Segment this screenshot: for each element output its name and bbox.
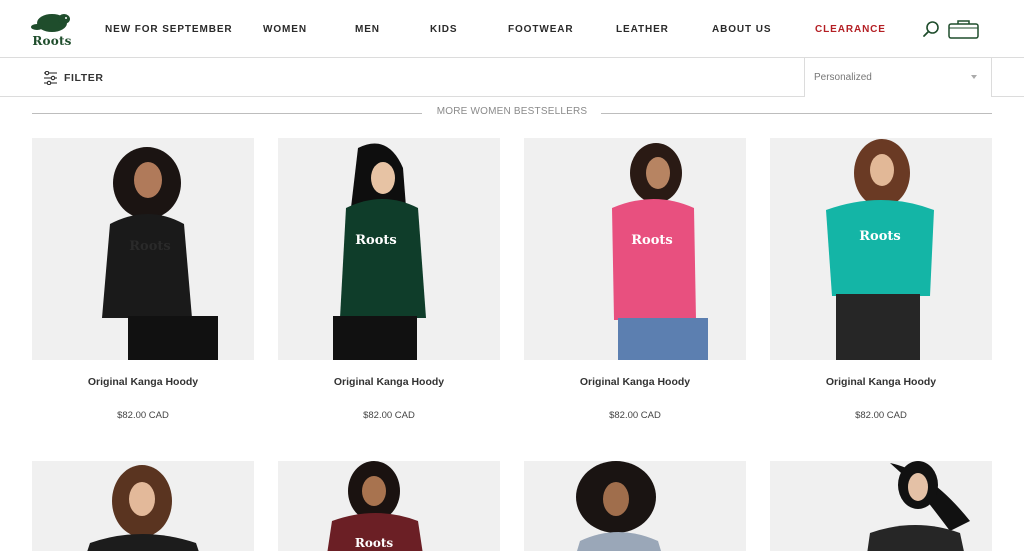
product-photo [524,461,746,551]
nav-women[interactable]: WOMEN [263,24,307,35]
product-image[interactable]: Roots [32,138,254,360]
product-name[interactable]: Original Kanga Hoody [32,376,254,388]
sliders-icon [44,71,57,85]
nav-men[interactable]: MEN [355,24,380,35]
svg-text:Roots: Roots [355,536,394,550]
product-image[interactable] [32,461,254,551]
site-header: Roots NEW FOR SEPTEMBER WOMEN MEN KIDS F… [0,0,1024,58]
product-photo [770,461,992,551]
product-photo: Roots [32,138,254,360]
product-image[interactable]: Roots [770,138,992,360]
nav-footwear[interactable]: FOOTWEAR [508,24,574,35]
filter-bar: FILTER Personalized [0,58,1024,97]
product-image[interactable]: Roots [278,138,500,360]
product-image[interactable]: Roots [278,461,500,551]
svg-text:Roots: Roots [129,239,170,254]
hoody-shape [102,214,192,318]
product-price: $82.00 CAD [855,410,907,421]
product-price: $82.00 CAD [609,410,661,421]
nav-clearance[interactable]: CLEARANCE [815,24,886,35]
product-photo: Roots [524,138,746,360]
product-image[interactable] [770,461,992,551]
main-nav: NEW FOR SEPTEMBER WOMEN MEN KIDS FOOTWEA… [0,0,1024,58]
sort-dropdown[interactable]: Personalized [804,58,992,97]
product-photo: Roots [770,138,992,360]
bag-icon[interactable] [947,18,980,40]
product-name[interactable]: Original Kanga Hoody [770,376,992,388]
nav-leather[interactable]: LEATHER [616,24,669,35]
svg-text:Roots: Roots [859,229,900,244]
product-photo: Roots [278,138,500,360]
product-photo: Roots [278,461,500,551]
divider-right [601,113,992,114]
nav-new-for-september[interactable]: NEW FOR SEPTEMBER [105,24,233,35]
product-image[interactable]: Roots [524,138,746,360]
product-name[interactable]: Original Kanga Hoody [524,376,746,388]
product-price: $82.00 CAD [363,410,415,421]
nav-kids[interactable]: KIDS [430,24,458,35]
hoody-shape [612,199,696,320]
product-photo [32,461,254,551]
hoody-shape [340,199,426,318]
sort-value: Personalized [814,72,872,83]
chevron-down-icon [971,75,977,79]
hoody-shape [826,200,934,296]
product-name[interactable]: Original Kanga Hoody [278,376,500,388]
svg-text:Roots: Roots [631,233,672,248]
product-price: $82.00 CAD [117,410,169,421]
section-title: MORE WOMEN BESTSELLERS [436,106,588,117]
nav-about-us[interactable]: ABOUT US [712,24,771,35]
search-icon[interactable] [922,20,940,38]
svg-text:Roots: Roots [355,233,396,248]
filter-button[interactable]: FILTER [43,69,104,87]
filter-label: FILTER [64,72,104,84]
product-image[interactable] [524,461,746,551]
